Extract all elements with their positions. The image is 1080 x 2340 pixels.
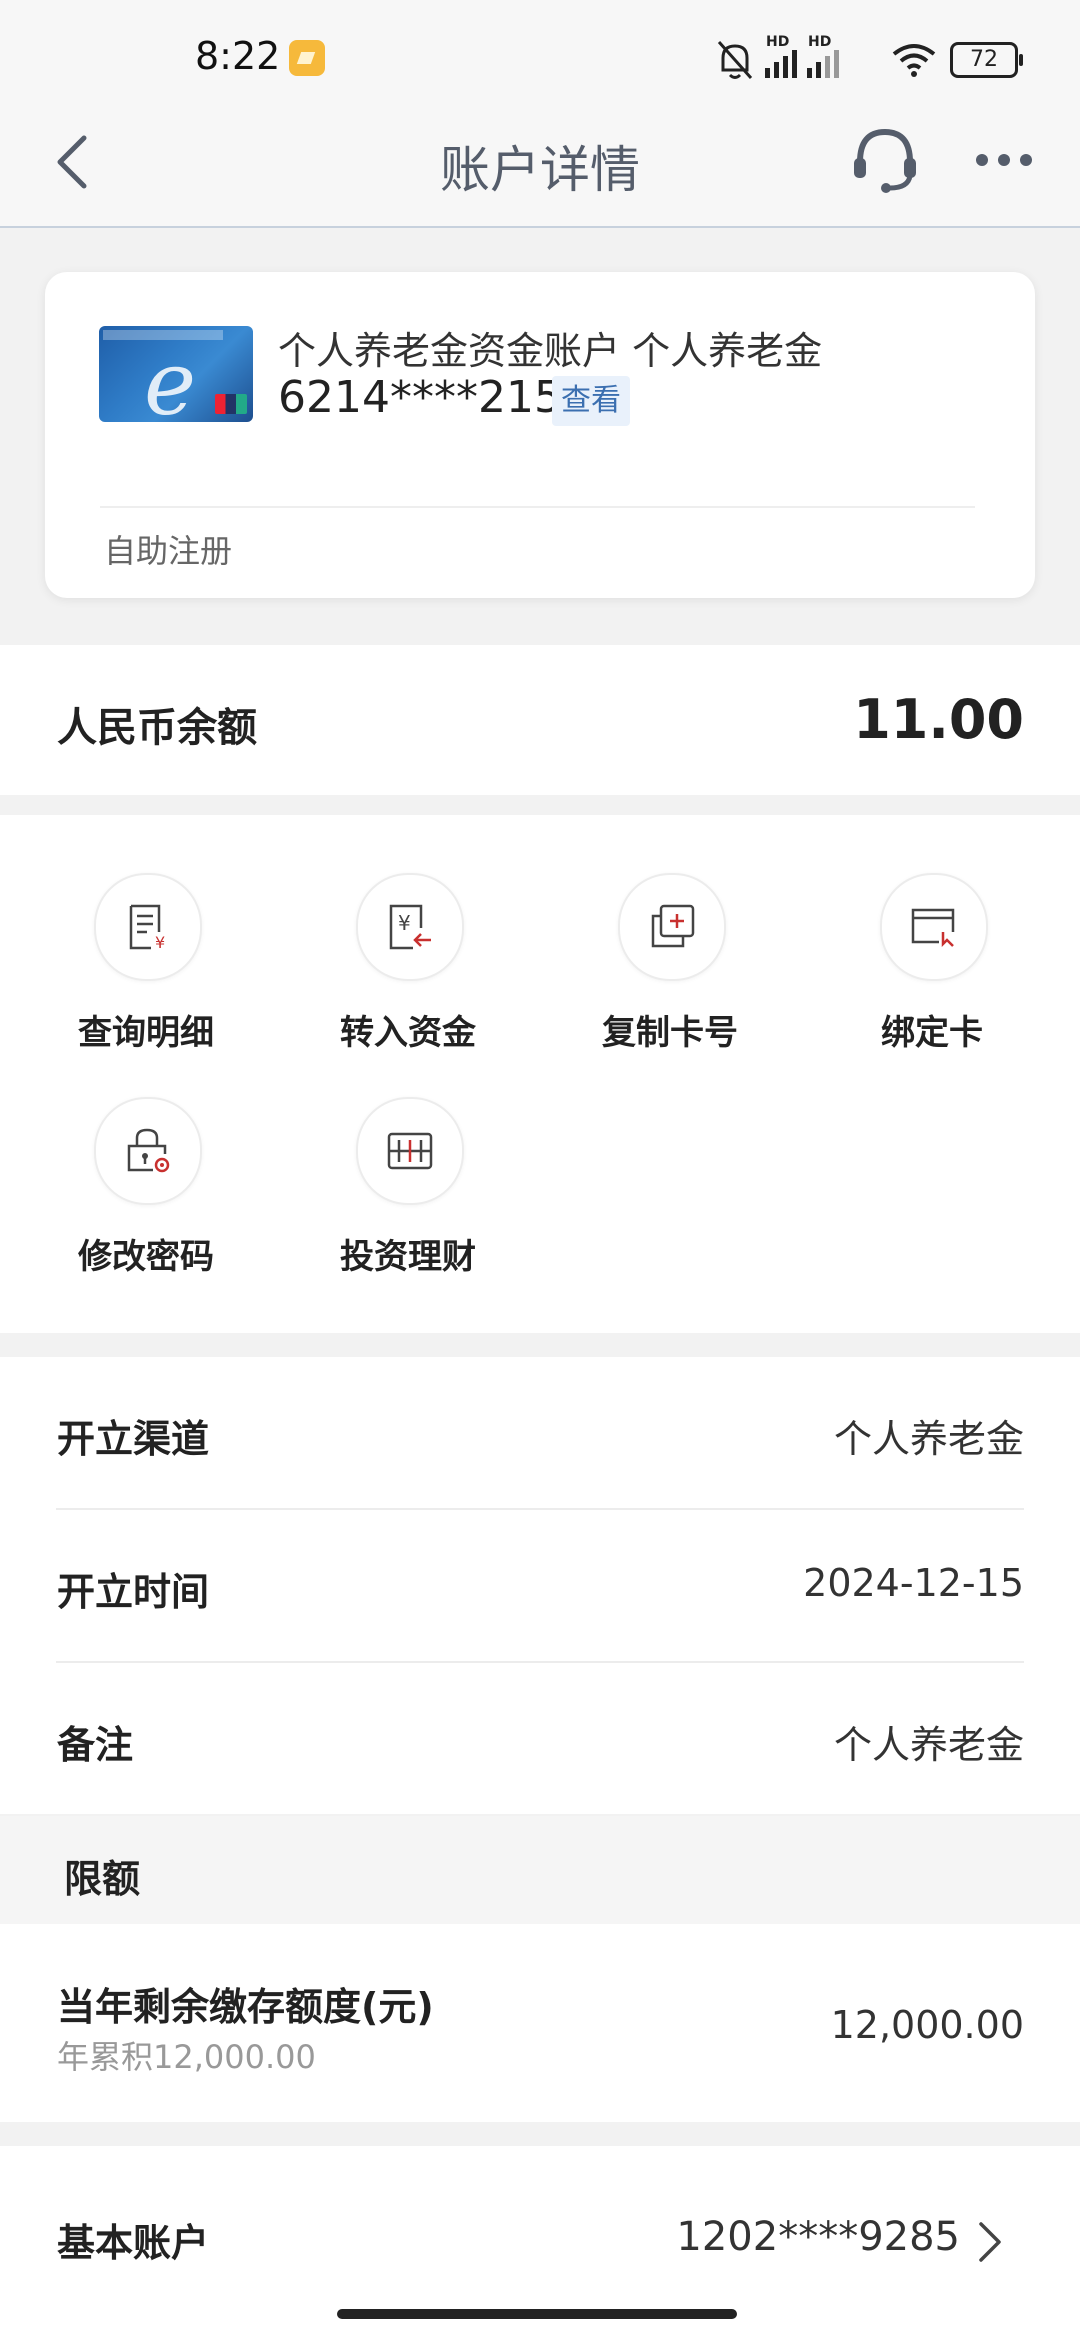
copy-card-icon <box>651 904 695 948</box>
action-label: 投资理财 <box>340 1237 476 1277</box>
open-date-value: 2024-12-15 <box>803 1561 1024 1605</box>
svg-text:¥: ¥ <box>155 933 165 952</box>
notes-app-icon <box>289 40 325 76</box>
action-change-password[interactable]: 修改密码 <box>48 1097 248 1297</box>
bank-card-image: e <box>99 326 253 422</box>
transfer-in-icon: ¥ <box>389 904 431 950</box>
quota-value: 12,000.00 <box>830 2003 1024 2047</box>
action-label: 复制卡号 <box>602 1013 738 1053</box>
signal-icon-1 <box>765 50 797 78</box>
action-label: 查询明细 <box>78 1013 214 1053</box>
action-copy-card-number[interactable]: 复制卡号 <box>572 873 772 1073</box>
bind-card-icon <box>911 908 955 948</box>
row-divider <box>56 1508 1024 1510</box>
action-investment[interactable]: 投资理财 <box>310 1097 510 1297</box>
remark-label: 备注 <box>57 1723 134 1767</box>
basic-account-label: 基本账户 <box>57 2221 210 2265</box>
account-name: 个人养老金资金账户 个人养老金 <box>278 329 823 373</box>
unionpay-logo <box>215 394 247 414</box>
password-lock-icon <box>127 1128 170 1173</box>
account-number: 6214****2157 <box>278 372 590 423</box>
channel-value: 个人养老金 <box>833 1417 1024 1461</box>
home-indicator[interactable] <box>337 2309 737 2319</box>
action-query-details[interactable]: ¥ 查询明细 <box>48 873 248 1073</box>
limit-section-header <box>0 1816 1080 1924</box>
limit-title: 限额 <box>64 1857 141 1901</box>
svg-text:¥: ¥ <box>398 911 411 935</box>
action-transfer-in[interactable]: ¥ 转入资金 <box>310 873 510 1073</box>
status-icons: HD HD 72 <box>715 34 1025 84</box>
battery-indicator: 72 <box>950 42 1023 78</box>
action-label: 转入资金 <box>340 1013 476 1053</box>
card-divider <box>100 506 975 508</box>
row-divider <box>56 1661 1024 1663</box>
investment-icon <box>387 1132 433 1170</box>
more-options-icon[interactable] <box>974 152 1034 168</box>
mute-bell-icon <box>717 41 753 79</box>
customer-service-icon[interactable] <box>850 124 920 194</box>
action-label: 绑定卡 <box>881 1013 983 1053</box>
signal-icon-2 <box>807 50 839 78</box>
wifi-icon <box>892 44 936 77</box>
registration-type: 自助注册 <box>104 532 233 570</box>
action-bind-card[interactable]: 绑定卡 <box>834 873 1034 1073</box>
balance-value: 11.00 <box>853 688 1024 751</box>
remark-value: 个人养老金 <box>833 1723 1024 1767</box>
chevron-right-icon[interactable] <box>975 2218 1005 2266</box>
quota-label: 当年剩余缴存额度(元) <box>57 1985 434 2029</box>
status-time: 8:22 <box>195 34 281 78</box>
quota-accumulated: 年累积12,000.00 <box>57 2038 316 2076</box>
channel-label: 开立渠道 <box>57 1417 210 1461</box>
statement-icon: ¥ <box>129 904 165 952</box>
basic-account-number: 1202****9285 <box>676 2214 960 2260</box>
view-card-number-button[interactable]: 查看 <box>552 376 630 426</box>
open-date-label: 开立时间 <box>57 1570 210 1614</box>
balance-label: 人民币余额 <box>57 705 257 751</box>
action-label: 修改密码 <box>78 1237 214 1277</box>
